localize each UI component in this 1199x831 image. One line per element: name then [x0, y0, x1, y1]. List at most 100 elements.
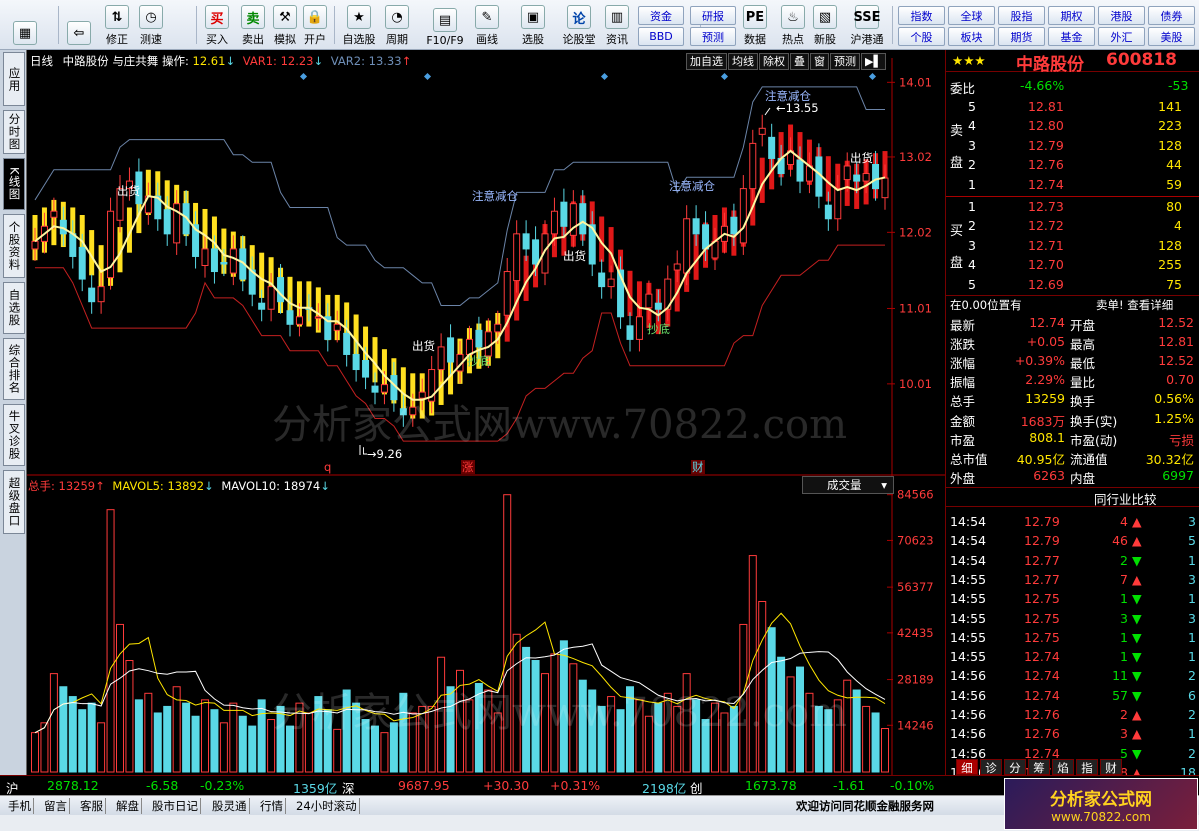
toolbar-news-button[interactable]: ▥ 资讯: [598, 3, 636, 47]
bottom-link-2[interactable]: 客服: [78, 798, 106, 814]
bottom-link-4[interactable]: 股市日记: [150, 798, 201, 814]
toolbar-small-button-2[interactable]: BBD: [638, 27, 684, 46]
toolbar-buy-button[interactable]: 买买入: [198, 3, 236, 47]
toolbar-back-arrow-button[interactable]: ⇦: [60, 3, 98, 47]
market-button-7[interactable]: 板块: [948, 27, 995, 46]
toolbar-pe-button[interactable]: PE 数据: [736, 3, 774, 47]
toolbar-up-down-button[interactable]: ⇅ 修正: [98, 3, 136, 47]
volume-bar: [219, 722, 228, 773]
tick-volume: 4: [1120, 514, 1128, 529]
market-button-5[interactable]: 债券: [1148, 6, 1195, 25]
sell-level-1[interactable]: 1 12.74 59: [946, 176, 1199, 195]
buy-level-3[interactable]: 3 12.71 128: [946, 237, 1199, 256]
arrow-down-icon: ▼: [1132, 552, 1142, 568]
toolbar-button-label: 测速: [140, 33, 162, 46]
toolbar-pen-button[interactable]: ✎ 画线: [468, 3, 506, 47]
volume-indicator-dropdown[interactable]: 成交量 ▾: [802, 476, 894, 494]
market-button-1[interactable]: 全球: [948, 6, 995, 25]
market-button-11[interactable]: 美股: [1148, 27, 1195, 46]
bottom-link-6[interactable]: 行情: [258, 798, 286, 814]
left-tab-5[interactable]: 综合排名: [3, 338, 25, 400]
chart-btn-0[interactable]: 加自选: [686, 53, 727, 70]
sell-level-3[interactable]: 3 12.79 128: [946, 137, 1199, 156]
chart-btn-1[interactable]: 均线: [728, 53, 758, 70]
buy-level-4[interactable]: 4 12.70 255: [946, 256, 1199, 275]
chart-menu-icon[interactable]: ▶▌: [861, 53, 886, 70]
toolbar-select-button[interactable]: ▣ 选股: [514, 3, 552, 47]
toolbar-hk-button[interactable]: SSE 沪港通: [842, 3, 892, 47]
hot-icon: ♨: [781, 5, 805, 29]
sell-level-5[interactable]: 5 12.81 141: [946, 98, 1199, 117]
bottom-link-5[interactable]: 股灵通: [210, 798, 250, 814]
sell-level-2[interactable]: 2 12.76 44: [946, 156, 1199, 175]
chart-btn-5[interactable]: 预测: [830, 53, 860, 70]
buy-level-1[interactable]: 1 12.73 80: [946, 198, 1199, 217]
market-button-0[interactable]: 指数: [898, 6, 945, 25]
toolbar-small-button-0[interactable]: 资金: [638, 6, 684, 25]
chart-btn-3[interactable]: 叠: [790, 53, 809, 70]
chart-btn-2[interactable]: 除权: [759, 53, 789, 70]
buy-level-2[interactable]: 2 12.72 4: [946, 217, 1199, 236]
buy-level-5[interactable]: 5 12.69 75: [946, 276, 1199, 295]
quote-label-2: 最高: [1070, 337, 1096, 353]
panel-tab-6[interactable]: 财: [1100, 759, 1122, 775]
left-tab-4[interactable]: 自选股: [3, 282, 25, 334]
bottom-link-3[interactable]: 解盘: [114, 798, 142, 814]
panel-tab-5[interactable]: 指: [1076, 759, 1098, 775]
toolbar-f10-button[interactable]: ▤ F10/F9: [420, 3, 470, 47]
quote-label-2: 流通值: [1070, 451, 1108, 467]
industry-compare-button[interactable]: 同行业比较: [1094, 489, 1157, 508]
toolbar-small-button-3[interactable]: 预测: [690, 27, 736, 46]
market-button-10[interactable]: 外汇: [1098, 27, 1145, 46]
toolbar-clock-button[interactable]: ◷ 测速: [132, 3, 170, 47]
sell-level-4[interactable]: 4 12.80 223: [946, 117, 1199, 136]
toolbar-period-button[interactable]: ◔ 周期: [378, 3, 416, 47]
toolbar-grid-button[interactable]: ▦: [6, 3, 44, 47]
period-label[interactable]: 日线: [30, 54, 53, 68]
left-tab-0[interactable]: 应用: [3, 52, 25, 106]
panel-tab-3[interactable]: 筹: [1028, 759, 1050, 775]
market-button-6[interactable]: 个股: [898, 27, 945, 46]
sell-level-num: 3: [968, 137, 976, 153]
market-button-8[interactable]: 期货: [998, 27, 1045, 46]
tick-volume: 1: [1120, 629, 1128, 645]
toolbar-button-label: 开户: [304, 33, 326, 46]
annotation-chuhuo: 出货: [850, 151, 873, 165]
candle-body: [730, 216, 738, 235]
volume-bar: [97, 722, 106, 773]
panel-tab-4[interactable]: 焰: [1052, 759, 1074, 775]
chart-btn-4[interactable]: 窗: [810, 53, 829, 70]
left-tab-6[interactable]: 牛叉诊股: [3, 404, 25, 466]
panel-tab-0[interactable]: 细: [956, 759, 978, 775]
quote-value-2: 0.56%: [1154, 391, 1194, 407]
quote-row-3: 振幅 2.29% 量比 0.70: [946, 371, 1199, 390]
toolbar-lock-button[interactable]: 🔒 开户: [296, 3, 334, 47]
tick-price: 12.77: [1024, 571, 1060, 587]
quote-label: 外盘: [950, 470, 976, 486]
market-button-2[interactable]: 股指: [998, 6, 1045, 25]
mavol10: MAVOL10: 18974: [221, 479, 321, 493]
left-tab-7[interactable]: 超级盘口: [3, 470, 25, 534]
left-tab-1[interactable]: 分时图: [3, 110, 25, 154]
quote-value-2: 0.70: [1166, 372, 1194, 388]
mavol5: MAVOL5: 13892: [112, 479, 205, 493]
panel-tab-1[interactable]: 诊: [980, 759, 1002, 775]
event-marker-label: 涨: [462, 460, 474, 474]
bottom-link-1[interactable]: 留言: [42, 798, 70, 814]
candle-body: [550, 210, 558, 235]
panel-tab-2[interactable]: 分: [1004, 759, 1026, 775]
left-tab-2[interactable]: K线图: [3, 158, 25, 210]
bottom-link-0[interactable]: 手机: [6, 798, 34, 814]
toolbar-newstock-button[interactable]: ▧ 新股: [806, 3, 844, 47]
market-button-3[interactable]: 期权: [1048, 6, 1095, 25]
left-tab-3[interactable]: 个股资料: [3, 214, 25, 278]
bottom-link-7[interactable]: 24小时滚动: [294, 798, 360, 814]
toolbar-small-button-1[interactable]: 研报: [690, 6, 736, 25]
toolbar-star-button[interactable]: ★ 自选股: [334, 3, 384, 47]
market-button-9[interactable]: 基金: [1048, 27, 1095, 46]
toolbar-forum-button[interactable]: 论论股堂: [554, 3, 604, 47]
volume-bar: [87, 702, 96, 773]
position-link[interactable]: 卖单! 查看详细: [1096, 297, 1173, 313]
tick-time: 14:56: [950, 726, 987, 742]
market-button-4[interactable]: 港股: [1098, 6, 1145, 25]
